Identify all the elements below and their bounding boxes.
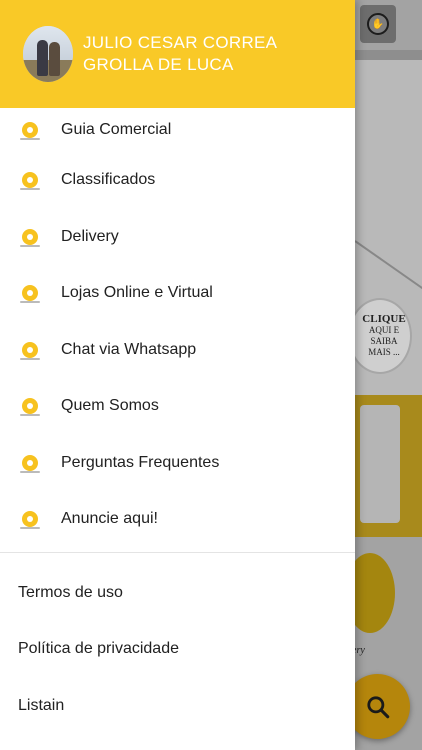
- avatar-ground: [23, 59, 73, 82]
- menu-item-label: Chat via Whatsapp: [61, 340, 197, 358]
- menu-item-delivery[interactable]: Delivery: [0, 209, 355, 266]
- avatar-person-1: [37, 40, 48, 76]
- menu-item-label: Lojas Online e Virtual: [61, 284, 213, 302]
- navigation-drawer: JULIO CESAR CORREA GROLLA DE LUCA Guia C…: [0, 0, 355, 750]
- info-icon: [20, 398, 40, 417]
- menu-item-chat-whatsapp[interactable]: Chat via Whatsapp: [0, 322, 355, 379]
- menu-item-label: Classificados: [61, 171, 156, 189]
- menu-item-label: Guia Comercial: [61, 121, 172, 138]
- whatsapp-icon: [20, 341, 40, 360]
- search-icon: [366, 695, 389, 718]
- store-icon: [20, 122, 40, 140]
- clique-badge[interactable]: CLIQUE AQUI E SAIBA MAIS ...: [348, 298, 412, 374]
- megaphone-icon: [20, 511, 40, 530]
- clique-subtext: AQUI E SAIBA: [368, 325, 400, 346]
- tag-icon: [20, 172, 40, 191]
- app-logo[interactable]: ✋: [360, 5, 396, 43]
- menu-item-perguntas-frequentes[interactable]: Perguntas Frequentes: [0, 435, 355, 492]
- menu-item-quem-somos[interactable]: Quem Somos: [0, 378, 355, 435]
- drawer-menu: Guia Comercial Classificados Delivery Lo…: [0, 108, 355, 548]
- menu-item-label: Delivery: [61, 227, 119, 245]
- secondary-menu: Termos de uso Política de privacidade Li…: [0, 553, 355, 735]
- avatar-person-2: [49, 42, 60, 76]
- avatar-sky: [23, 26, 73, 60]
- user-avatar[interactable]: [23, 26, 73, 82]
- menu-item-classificados[interactable]: Classificados: [0, 152, 355, 209]
- menu-item-termos-de-uso[interactable]: Termos de uso: [0, 565, 355, 622]
- menu-item-guia-comercial[interactable]: Guia Comercial: [0, 108, 355, 152]
- user-name-line-1: JULIO CESAR CORREA: [83, 33, 278, 52]
- menu-item-label: Anuncie aqui!: [61, 510, 158, 528]
- logo-icon: ✋: [367, 13, 389, 35]
- clique-text: CLIQUE: [362, 313, 406, 325]
- featured-card-content[interactable]: [360, 405, 400, 523]
- menu-item-label: Quem Somos: [61, 397, 159, 415]
- clique-more-text: MAIS ...: [368, 347, 400, 357]
- cart-icon: [20, 285, 40, 304]
- user-name: JULIO CESAR CORREA GROLLA DE LUCA: [83, 32, 277, 76]
- question-icon: [20, 454, 40, 473]
- menu-item-listain[interactable]: Listain: [0, 678, 355, 735]
- drawer-header: JULIO CESAR CORREA GROLLA DE LUCA: [0, 0, 355, 108]
- menu-item-label: Perguntas Frequentes: [61, 453, 220, 471]
- menu-item-anuncie-aqui[interactable]: Anuncie aqui!: [0, 491, 355, 548]
- delivery-icon: [20, 228, 40, 247]
- user-name-line-2: GROLLA DE LUCA: [83, 55, 234, 74]
- menu-item-lojas-online[interactable]: Lojas Online e Virtual: [0, 265, 355, 322]
- menu-item-politica-privacidade[interactable]: Política de privacidade: [0, 621, 355, 678]
